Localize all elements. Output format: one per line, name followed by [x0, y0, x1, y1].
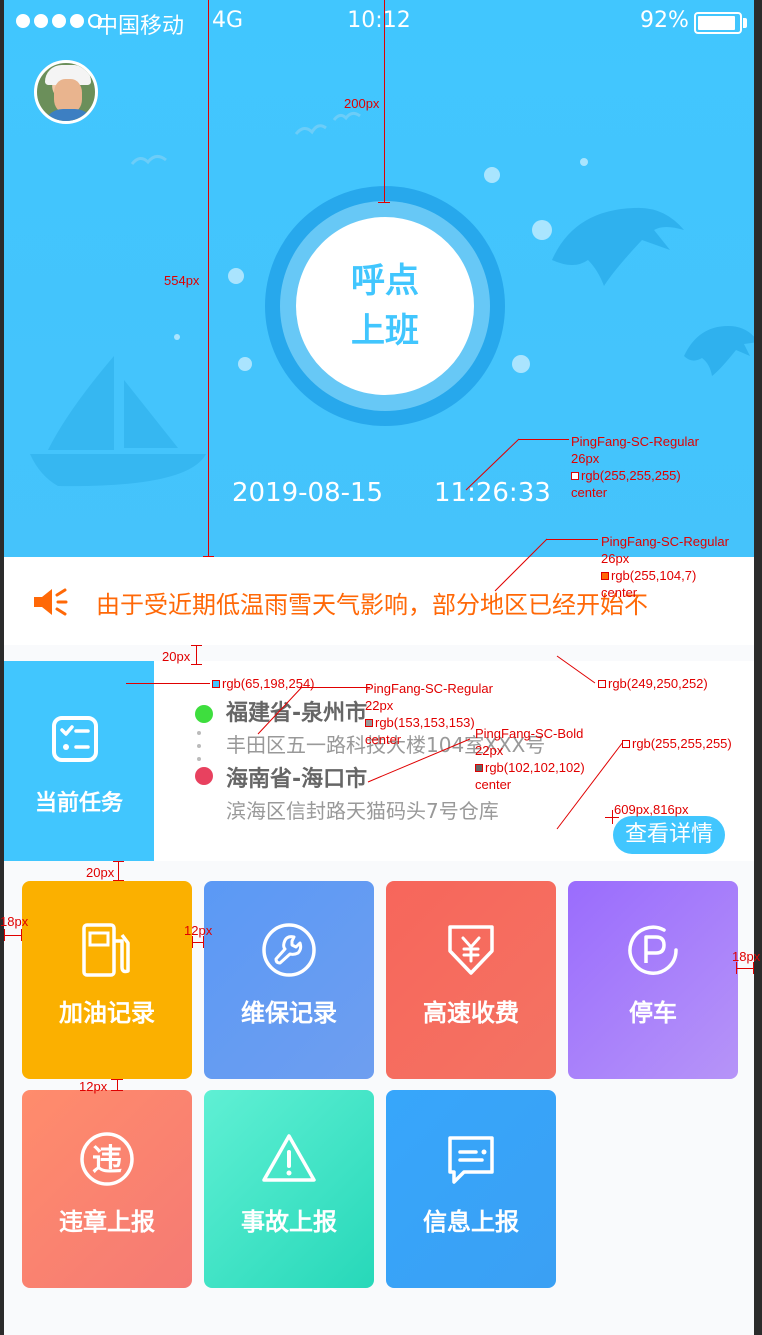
current-task-tab[interactable]: 当前任务	[4, 661, 154, 861]
message-icon	[448, 1136, 494, 1184]
annotation-leader	[257, 686, 303, 735]
dolphin-icon	[684, 326, 754, 376]
toll-yen-icon	[448, 925, 494, 975]
clock-in-label-line1: 呼点	[351, 261, 419, 301]
destination-address: 滨海区信封路天猫码头7号仓库	[226, 799, 499, 823]
speaker-icon	[34, 588, 68, 616]
svg-text:违: 违	[92, 1143, 122, 1178]
view-details-button[interactable]: 查看详情	[613, 816, 725, 854]
tile-label: 加油记录	[59, 999, 155, 1027]
dolphin-icon	[552, 207, 684, 286]
fuel-pump-icon	[82, 923, 130, 977]
wrench-icon	[262, 923, 316, 977]
seagull-icon	[294, 111, 361, 135]
battery-percent: 92%	[640, 8, 689, 33]
tile-label: 违章上报	[59, 1208, 155, 1236]
sailboat-icon	[30, 356, 206, 487]
tile-label: 事故上报	[241, 1208, 337, 1236]
tile-violation-report[interactable]: 违 违章上报	[22, 1090, 192, 1288]
annotation-leader	[556, 741, 624, 830]
warning-triangle-icon	[262, 1134, 316, 1182]
origin-dot	[195, 705, 213, 723]
battery-tip	[743, 18, 747, 28]
avatar[interactable]	[34, 60, 98, 124]
parking-icon	[628, 925, 678, 975]
hero-banner: 中国移动 4G 10:12 92% 呼点 上班 2019-08-15 11:26…	[4, 0, 754, 557]
battery-icon	[694, 12, 742, 34]
tile-accident-report[interactable]: 事故上报	[204, 1090, 374, 1288]
status-bar: 中国移动 4G 10:12 92%	[4, 0, 754, 44]
seagull-icon	[130, 155, 167, 165]
tile-fuel-records[interactable]: 加油记录	[22, 881, 192, 1079]
notice-bar[interactable]: 由于受近期低温雨雪天气影响，部分地区已经开始不	[4, 557, 754, 645]
battery-level	[698, 16, 735, 30]
annotation-leader	[367, 738, 471, 783]
annotation-leader	[556, 655, 596, 684]
notice-text: 由于受近期低温雨雪天气影响，部分地区已经开始不	[96, 591, 648, 619]
app-screen: 中国移动 4G 10:12 92% 呼点 上班 2019-08-15 11:26…	[4, 0, 754, 1335]
current-task-label: 当前任务	[34, 791, 123, 816]
tile-info-report[interactable]: 信息上报	[386, 1090, 556, 1288]
clock-in-button[interactable]: 呼点 上班	[296, 217, 474, 395]
task-list-icon	[52, 716, 98, 762]
annotation-leader	[465, 438, 520, 491]
annotation-leader	[494, 538, 548, 592]
destination-title: 海南省-海口市	[226, 767, 368, 792]
tile-parking[interactable]: 停车	[568, 881, 738, 1079]
tile-label: 信息上报	[423, 1208, 519, 1236]
tile-highway-toll[interactable]: 高速收费	[386, 881, 556, 1079]
violation-icon: 违	[80, 1132, 134, 1186]
destination-dot	[195, 767, 213, 785]
tile-label: 维保记录	[241, 999, 337, 1027]
tile-maintenance-records[interactable]: 维保记录	[204, 881, 374, 1079]
clock-in-label-line2: 上班	[351, 311, 419, 351]
tile-label: 停车	[629, 999, 677, 1027]
current-date: 2019-08-15	[232, 478, 384, 508]
tile-label: 高速收费	[423, 999, 519, 1027]
